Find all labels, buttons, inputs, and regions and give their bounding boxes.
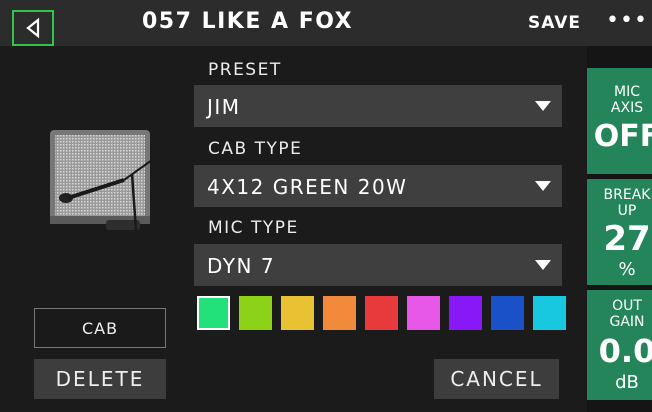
color-swatch[interactable]	[449, 296, 482, 330]
more-options-icon[interactable]: •••	[606, 8, 648, 33]
preset-value: JIM	[207, 95, 241, 119]
mic-type-value: DYN 7	[207, 254, 276, 278]
knob-value: OFF	[593, 119, 652, 154]
save-button[interactable]: SAVE	[528, 13, 581, 33]
color-swatch[interactable]	[323, 296, 356, 330]
preset-label: PRESET	[208, 60, 282, 80]
cabinet-image	[50, 130, 153, 231]
delete-button[interactable]: DELETE	[34, 359, 166, 399]
preset-dropdown[interactable]: JIM	[194, 85, 562, 127]
cab-type-label: CAB TYPE	[208, 139, 303, 159]
caret-down-icon	[535, 260, 551, 270]
color-swatch[interactable]	[365, 296, 398, 330]
back-arrow-icon	[26, 18, 40, 38]
cancel-button[interactable]: CANCEL	[434, 359, 559, 399]
color-swatch[interactable]	[491, 296, 524, 330]
knob-value: 0.0	[598, 332, 652, 370]
mic-type-label: MIC TYPE	[208, 218, 299, 238]
color-swatch[interactable]	[533, 296, 566, 330]
knob-value: 27	[603, 219, 651, 259]
knob-name-line1: MIC	[614, 84, 640, 100]
knob-name-line2: AXIS	[610, 100, 644, 116]
knob-mic-axis[interactable]: MIC AXIS OFF	[587, 68, 652, 174]
mic-type-dropdown[interactable]: DYN 7	[194, 244, 562, 286]
back-button[interactable]	[12, 10, 54, 46]
knob-out-gain[interactable]: OUT GAIN 0.0 dB	[587, 290, 652, 400]
cab-type-value: 4X12 GREEN 20W	[207, 175, 408, 199]
caret-down-icon	[535, 101, 551, 111]
knob-name-line2: UP	[617, 203, 637, 219]
cab-type-dropdown[interactable]: 4X12 GREEN 20W	[194, 165, 562, 207]
caret-down-icon	[535, 181, 551, 191]
knob-name-line2: GAIN	[609, 314, 645, 330]
knob-break-up[interactable]: BREAK UP 27 %	[587, 179, 652, 285]
parameter-knob-column: MIC AXIS OFF BREAK UP 27 % OUT GAIN 0.0 …	[587, 46, 652, 412]
color-swatch[interactable]	[197, 296, 230, 330]
knob-name-line1: OUT	[612, 298, 642, 314]
color-swatch[interactable]	[281, 296, 314, 330]
knob-unit: %	[618, 259, 636, 280]
cab-button[interactable]: CAB	[34, 308, 166, 348]
color-swatch[interactable]	[239, 296, 272, 330]
knob-name-line1: BREAK	[603, 187, 651, 203]
preset-title: 057 LIKE A FOX	[142, 9, 354, 34]
color-swatch[interactable]	[407, 296, 440, 330]
knob-unit: dB	[615, 372, 639, 393]
header-bar: 057 LIKE A FOX SAVE •••	[0, 0, 652, 46]
